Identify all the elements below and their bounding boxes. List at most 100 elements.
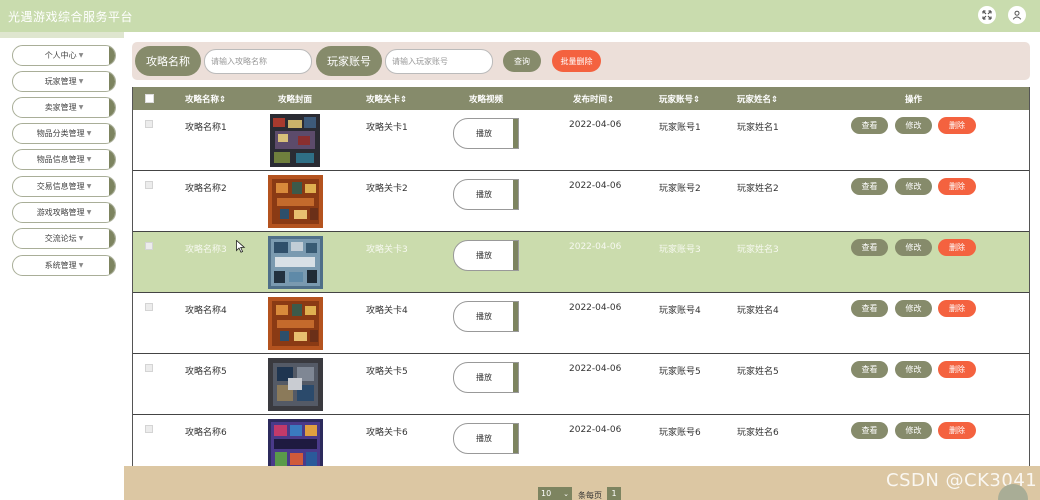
view-button[interactable]: 查看: [851, 361, 888, 378]
guide-level-cell: 攻略关卡6: [366, 428, 408, 438]
batch-delete-button[interactable]: 批量删除: [552, 50, 601, 72]
play-video-button[interactable]: 播放: [453, 362, 519, 393]
play-video-button[interactable]: 播放: [453, 301, 519, 332]
query-button[interactable]: 查询: [503, 50, 541, 72]
row-checkbox[interactable]: [145, 181, 153, 189]
edit-button[interactable]: 修改: [895, 422, 932, 439]
delete-button[interactable]: 删除: [938, 239, 976, 256]
guide-cover-image[interactable]: [268, 419, 323, 472]
row-checkbox[interactable]: [145, 303, 153, 311]
select-all-checkbox[interactable]: [145, 94, 154, 103]
row-checkbox[interactable]: [145, 425, 153, 433]
caret-down-icon: ▼: [78, 52, 84, 59]
sort-icon: ⇕: [219, 95, 227, 105]
sidebar-item-personal-center[interactable]: 个人中心 ▼: [12, 45, 116, 66]
caret-down-icon: ▼: [86, 183, 92, 190]
play-label: 播放: [476, 434, 492, 443]
guide-cover-image[interactable]: [268, 236, 323, 289]
guide-cover-image[interactable]: [268, 175, 323, 228]
guide-level-cell: 攻略关卡5: [366, 367, 408, 377]
guide-level-cell: 攻略关卡3: [366, 245, 408, 255]
view-button[interactable]: 查看: [851, 239, 888, 256]
edit-button[interactable]: 修改: [895, 300, 932, 317]
play-video-button[interactable]: 播放: [453, 423, 519, 454]
sidebar-item-item-category-management[interactable]: 物品分类管理 ▼: [12, 123, 116, 144]
guide-name-cell: 攻略名称6: [185, 428, 227, 438]
sidebar-item-system-management[interactable]: 系统管理 ▼: [12, 255, 116, 276]
publish-time-cell: 2022-04-06: [569, 120, 622, 130]
delete-button[interactable]: 删除: [938, 361, 976, 378]
table-row: 攻略名称4 攻略关卡4 播放 2022-04-06 玩家账号4 玩家姓名4 查看…: [133, 293, 1029, 354]
sidebar-item-item-info-management[interactable]: 物品信息管理 ▼: [12, 149, 116, 170]
publish-time-cell: 2022-04-06: [569, 364, 622, 374]
user-icon[interactable]: [1008, 6, 1026, 24]
publish-time-cell: 2022-04-06: [569, 425, 622, 435]
view-button[interactable]: 查看: [851, 117, 888, 134]
delete-button[interactable]: 删除: [938, 300, 976, 317]
guide-cover-image[interactable]: [268, 297, 323, 350]
table-header: 攻略名称⇕ 攻略封面 攻略关卡⇕ 攻略视频 发布时间⇕ 玩家账号⇕ 玩家姓名⇕ …: [133, 87, 1029, 110]
player-name-cell: 玩家姓名2: [737, 184, 779, 194]
sort-icon: ⇕: [607, 95, 615, 105]
play-video-button[interactable]: 播放: [453, 240, 519, 271]
guide-cover-image[interactable]: [268, 358, 323, 411]
per-page-label: 条每页: [578, 491, 602, 500]
column-header-cover: 攻略封面: [278, 95, 313, 105]
edit-button[interactable]: 修改: [895, 239, 932, 256]
guide-level-cell: 攻略关卡2: [366, 184, 408, 194]
publish-time-cell: 2022-04-06: [569, 242, 622, 252]
edit-button[interactable]: 修改: [895, 361, 932, 378]
sidebar-item-trade-info-management[interactable]: 交易信息管理 ▼: [12, 176, 116, 197]
column-header-level[interactable]: 攻略关卡⇕: [366, 93, 407, 105]
guide-name-input[interactable]: [204, 49, 312, 74]
edit-button[interactable]: 修改: [895, 178, 932, 195]
row-checkbox[interactable]: [145, 120, 153, 128]
view-button[interactable]: 查看: [851, 178, 888, 195]
column-header-video: 攻略视频: [469, 95, 504, 105]
sidebar-item-label: 交流论坛: [44, 234, 77, 243]
view-button[interactable]: 查看: [851, 422, 888, 439]
column-header-actions: 操作: [905, 95, 923, 105]
caret-down-icon: ▼: [78, 235, 84, 242]
sidebar-item-label: 卖家管理: [44, 103, 77, 112]
player-account-cell: 玩家账号6: [659, 428, 701, 438]
page-size-select[interactable]: 10 ⌄: [538, 487, 572, 500]
column-header-player-account[interactable]: 玩家账号⇕: [659, 93, 700, 105]
play-video-button[interactable]: 播放: [453, 179, 519, 210]
table-row: 攻略名称5 攻略关卡5 播放 2022-04-06 玩家账号5 玩家姓名5 查看…: [133, 354, 1029, 415]
delete-button[interactable]: 删除: [938, 422, 976, 439]
caret-down-icon: ▼: [86, 156, 92, 163]
sidebar: 个人中心 ▼ 玩家管理 ▼ 卖家管理 ▼ 物品分类管理 ▼ 物品信息管理 ▼ 交易信息管理…: [0, 38, 124, 500]
row-checkbox[interactable]: [145, 364, 153, 372]
caret-down-icon: ▼: [78, 262, 84, 269]
column-header-guide-name[interactable]: 攻略名称⇕: [185, 93, 226, 105]
player-account-cell: 玩家账号1: [659, 123, 701, 133]
play-label: 播放: [476, 312, 492, 321]
guide-level-cell: 攻略关卡1: [366, 123, 408, 133]
delete-button[interactable]: 删除: [938, 117, 976, 134]
column-header-player-name[interactable]: 玩家姓名⇕: [737, 93, 778, 105]
sidebar-item-player-management[interactable]: 玩家管理 ▼: [12, 71, 116, 92]
guide-table: 攻略名称⇕ 攻略封面 攻略关卡⇕ 攻略视频 发布时间⇕ 玩家账号⇕ 玩家姓名⇕ …: [132, 87, 1030, 477]
edit-button[interactable]: 修改: [895, 117, 932, 134]
sort-icon: ⇕: [693, 95, 701, 105]
delete-button[interactable]: 删除: [938, 178, 976, 195]
player-name-cell: 玩家姓名4: [737, 306, 779, 316]
guide-cover-image[interactable]: [270, 114, 320, 167]
page-number-button[interactable]: 1: [607, 487, 621, 500]
player-account-label: 玩家账号: [316, 46, 382, 76]
guide-name-cell: 攻略名称2: [185, 184, 227, 194]
row-checkbox[interactable]: [145, 242, 153, 250]
play-label: 播放: [476, 190, 492, 199]
view-button[interactable]: 查看: [851, 300, 888, 317]
sidebar-item-game-guide-management[interactable]: 游戏攻略管理 ▼: [12, 202, 116, 223]
caret-down-icon: ▼: [78, 104, 84, 111]
sidebar-item-forum[interactable]: 交流论坛 ▼: [12, 228, 116, 249]
sidebar-item-seller-management[interactable]: 卖家管理 ▼: [12, 97, 116, 118]
fullscreen-icon[interactable]: [978, 6, 996, 24]
player-account-input[interactable]: [385, 49, 493, 74]
column-header-publish-time[interactable]: 发布时间⇕: [573, 93, 614, 105]
play-video-button[interactable]: 播放: [453, 118, 519, 149]
player-account-cell: 玩家账号3: [659, 245, 701, 255]
sort-icon: ⇕: [400, 95, 408, 105]
